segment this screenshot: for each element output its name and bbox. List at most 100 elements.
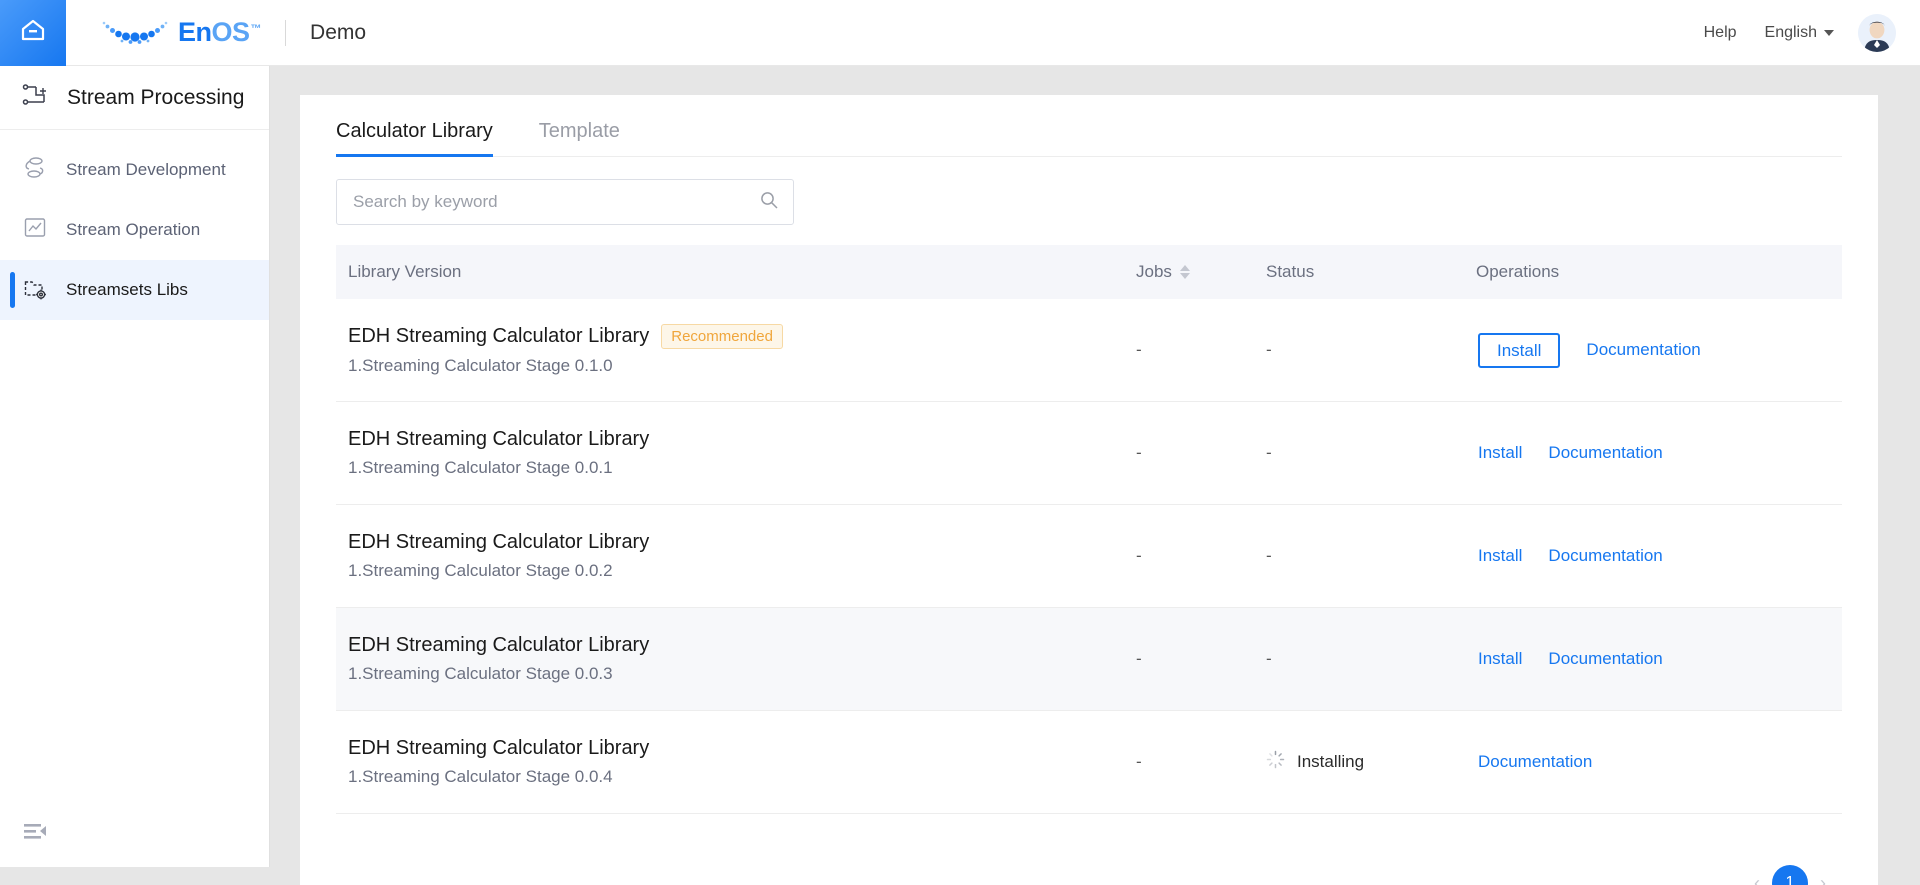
tab-bar: Calculator Library Template [336,95,1842,157]
column-header-library-version: Library Version [336,262,1136,282]
sidebar-items: Stream Development Stream Operation [0,130,269,320]
stream-operation-icon [22,215,48,246]
column-header-status: Status [1266,262,1476,282]
search-row [300,157,1878,245]
cell-jobs: - [1136,546,1142,566]
library-name: EDH Streaming Calculator Library [348,325,649,348]
cell-status: - [1266,649,1272,668]
cell-operations: Documentation [1476,752,1842,772]
stream-processing-icon [22,82,49,114]
sidebar-item-stream-operation[interactable]: Stream Operation [0,200,269,260]
column-header-operations: Operations [1476,262,1842,282]
workspace-label: Demo [310,21,366,45]
pagination-next-button[interactable]: › [1820,873,1826,885]
cell-operations: Install Documentation [1476,443,1842,463]
cell-operations: Install Documentation [1476,333,1842,368]
topbar-actions: Help English [1690,14,1896,52]
sidebar-title-label: Stream Processing [67,86,244,110]
search-icon[interactable] [759,190,779,215]
streamsets-libs-icon [22,275,48,306]
install-link[interactable]: Install [1478,443,1522,463]
top-bar: EnOS™ Demo Help English [0,0,1920,66]
table-row[interactable]: EDH Streaming Calculator Library Recomme… [336,299,1842,402]
table-row[interactable]: EDH Streaming Calculator Library 1.Strea… [336,608,1842,711]
cell-operations: Install Documentation [1476,649,1842,669]
help-link[interactable]: Help [1690,24,1751,42]
install-link[interactable]: Install [1478,649,1522,669]
sidebar-item-stream-development[interactable]: Stream Development [0,140,269,200]
library-stage: 1.Streaming Calculator Stage 0.1.0 [348,356,1136,376]
language-selector-label: English [1765,24,1817,42]
library-name: EDH Streaming Calculator Library [348,737,649,760]
chevron-down-icon [1824,30,1834,36]
pagination-page-1[interactable]: 1 [1772,865,1808,885]
status-badge: Recommended [661,324,783,349]
sidebar-item-label: Stream Development [66,160,226,180]
documentation-link[interactable]: Documentation [1548,649,1662,669]
topbar-divider [285,20,286,46]
cell-jobs: - [1136,752,1142,772]
collapse-menu-icon[interactable] [24,822,48,847]
cell-library-version: EDH Streaming Calculator Library 1.Strea… [336,737,1136,787]
cell-status: Installing [1266,750,1476,774]
pagination: ‹ 1 › [1754,865,1826,885]
language-selector[interactable]: English [1751,24,1844,42]
sidebar-item-label: Streamsets Libs [66,280,188,300]
documentation-link[interactable]: Documentation [1478,752,1592,772]
content-card: Calculator Library Template Library Vers… [300,95,1878,885]
avatar[interactable] [1858,14,1896,52]
logo-trademark: ™ [251,23,262,35]
table-header: Library Version Jobs Status Operations [336,245,1842,299]
sort-arrows-icon[interactable] [1180,265,1190,279]
cell-status: - [1266,546,1272,565]
stream-development-icon [22,155,48,186]
table-row[interactable]: EDH Streaming Calculator Library 1.Strea… [336,505,1842,608]
enos-swoosh-icon [98,15,172,50]
home-button[interactable] [0,0,66,66]
sidebar: Stream Processing Stream Development Str… [0,66,270,867]
library-stage: 1.Streaming Calculator Stage 0.0.2 [348,561,1136,581]
tab-calculator-library[interactable]: Calculator Library [336,120,493,156]
install-link[interactable]: Install [1478,546,1522,566]
library-stage: 1.Streaming Calculator Stage 0.0.4 [348,767,1136,787]
status-text: Installing [1297,752,1364,772]
cell-operations: Install Documentation [1476,546,1842,566]
documentation-link[interactable]: Documentation [1548,546,1662,566]
search-box[interactable] [336,179,794,225]
column-header-jobs[interactable]: Jobs [1136,262,1266,282]
enos-logo[interactable]: EnOS™ [98,0,261,66]
cell-status: - [1266,340,1272,359]
cell-library-version: EDH Streaming Calculator Library 1.Strea… [336,634,1136,684]
library-stage: 1.Streaming Calculator Stage 0.0.3 [348,664,1136,684]
documentation-link[interactable]: Documentation [1548,443,1662,463]
library-name: EDH Streaming Calculator Library [348,428,649,451]
table-row[interactable]: EDH Streaming Calculator Library 1.Strea… [336,402,1842,505]
cell-library-version: EDH Streaming Calculator Library 1.Strea… [336,531,1136,581]
library-table: Library Version Jobs Status Operations E… [336,245,1842,814]
install-button[interactable]: Install [1478,333,1560,368]
sidebar-title: Stream Processing [0,66,269,130]
logo-text-os: OS [212,17,250,48]
library-name: EDH Streaming Calculator Library [348,634,649,657]
loading-spinner-icon [1266,750,1285,774]
sidebar-item-streamsets-libs[interactable]: Streamsets Libs [0,260,269,320]
search-input[interactable] [353,192,759,212]
sort-ascending-icon [1180,265,1190,271]
library-stage: 1.Streaming Calculator Stage 0.0.1 [348,458,1136,478]
documentation-link[interactable]: Documentation [1586,340,1700,360]
logo-text-en: En [178,17,212,48]
cell-jobs: - [1136,340,1142,360]
table-row[interactable]: EDH Streaming Calculator Library 1.Strea… [336,711,1842,814]
sidebar-item-label: Stream Operation [66,220,200,240]
sort-descending-icon [1180,273,1190,279]
tab-template[interactable]: Template [539,120,620,156]
library-name: EDH Streaming Calculator Library [348,531,649,554]
column-header-jobs-label: Jobs [1136,262,1172,282]
cell-jobs: - [1136,443,1142,463]
cell-jobs: - [1136,649,1142,669]
home-icon [18,15,48,50]
pagination-prev-button[interactable]: ‹ [1754,873,1760,885]
cell-status: - [1266,443,1272,462]
cell-library-version: EDH Streaming Calculator Library Recomme… [336,324,1136,376]
cell-library-version: EDH Streaming Calculator Library 1.Strea… [336,428,1136,478]
